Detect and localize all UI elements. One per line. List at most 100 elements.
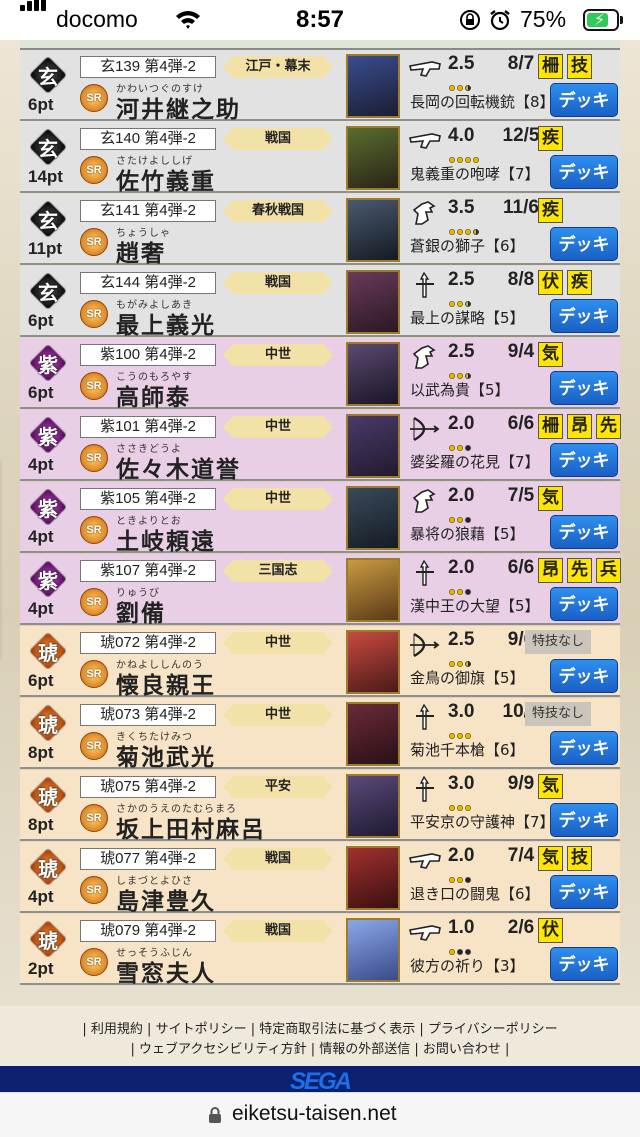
deck-button[interactable]: デッキ: [550, 515, 618, 549]
card-image[interactable]: [346, 846, 400, 910]
card-image[interactable]: [346, 558, 400, 622]
faction-seal-icon: 琥: [29, 632, 67, 670]
footer-links-line2[interactable]: | ウェブアクセシビリティ方針 | 情報の外部送信 | お問い合わせ |: [0, 1038, 640, 1057]
deck-button[interactable]: デッキ: [550, 227, 618, 261]
tactic-label: 長岡の回転機銃【8】: [410, 93, 555, 111]
faction-char: 紫: [38, 569, 58, 593]
faction-seal-icon: 琥: [29, 920, 67, 958]
deck-button[interactable]: デッキ: [550, 947, 618, 981]
card-row[interactable]: 琥 2pt 琥079 第4弾-2 戦国 SR せっそうふじん 雪窓夫人 1.0 2/6 伏彼方の祈…: [20, 914, 620, 988]
faction-char: 紫: [38, 425, 58, 449]
card-row[interactable]: 紫 6pt 紫100 第4弾-2 中世 SR こうのもろやす 高師泰 2.5 9/4 気以武為貴【…: [20, 338, 620, 412]
tactic-label: 菊池千本槍【6】: [410, 741, 525, 759]
card-image[interactable]: [346, 774, 400, 838]
card-row[interactable]: 琥 4pt 琥077 第4弾-2 戦国 SR しまづとよひさ 島津豊久 2.0 7/4 気技退き口…: [20, 842, 620, 916]
card-code: 玄144 第4弾-2: [80, 272, 216, 294]
deck-button[interactable]: デッキ: [550, 803, 618, 837]
deck-button[interactable]: デッキ: [550, 659, 618, 693]
era-label: 中世: [223, 704, 333, 726]
faction-seal-icon: 紫: [29, 488, 67, 526]
gun-icon: [408, 848, 442, 874]
deck-button[interactable]: デッキ: [550, 83, 618, 117]
general-name[interactable]: 劉備: [116, 594, 166, 628]
tactic-label: 以武為貴【5】: [410, 381, 510, 399]
battery-percent: 75%: [520, 6, 567, 32]
gun-icon: [408, 128, 442, 154]
general-name[interactable]: 河井継之助: [116, 90, 241, 124]
card-image[interactable]: [346, 126, 400, 190]
general-name[interactable]: 雪窓夫人: [116, 954, 216, 988]
faction-seal-icon: 紫: [29, 344, 67, 382]
card-row[interactable]: 玄 6pt 玄144 第4弾-2 戦国 SR もがみよしあき 最上義光 2.5 8/8 伏疾最上の…: [20, 266, 620, 340]
general-name[interactable]: 最上義光: [116, 306, 216, 340]
cost-value: 2.5: [448, 629, 475, 650]
era-label: 平安: [223, 776, 333, 798]
gun-icon: [408, 920, 442, 946]
general-name[interactable]: 土岐頼遠: [116, 522, 216, 556]
card-image[interactable]: [346, 918, 400, 982]
browser-address-bar[interactable]: eiketsu-taisen.net: [0, 1092, 640, 1137]
deck-button[interactable]: デッキ: [550, 371, 618, 405]
card-image[interactable]: [346, 414, 400, 478]
skill-badge: 気: [538, 486, 563, 511]
points-label: 14pt: [28, 167, 63, 186]
card-image[interactable]: [346, 486, 400, 550]
card-row[interactable]: 紫 4pt 紫101 第4弾-2 中世 SR ささきどうよ 佐々木道誉 2.0 6/6 柵昂先婆娑…: [20, 410, 621, 484]
tactic-label: 退き口の闘鬼【6】: [410, 885, 540, 903]
card-row[interactable]: 琥 8pt 琥073 第4弾-2 中世 SR きくちたけみつ 菊池武光 3.0 10/6 特技なし…: [20, 698, 620, 772]
card-row[interactable]: 琥 6pt 琥072 第4弾-2 中世 SR かねよししんのう 懐良親王 2.5 9/6 特技なし…: [20, 626, 620, 700]
deck-button[interactable]: デッキ: [550, 875, 618, 909]
card-image[interactable]: [346, 342, 400, 406]
general-name[interactable]: 島津豊久: [116, 882, 216, 916]
faction-seal-icon: 琥: [29, 704, 67, 742]
spear-icon: [408, 775, 442, 802]
card-row[interactable]: 琥 8pt 琥075 第4弾-2 平安 SR さかのうえのたむらまろ 坂上田村麻呂 3.0 9/…: [20, 770, 620, 844]
card-row[interactable]: 玄 14pt 玄140 第4弾-2 戦国 SR さたけよししげ 佐竹義重 4.0 12/5 疾鬼義…: [20, 122, 620, 196]
era-label: 春秋戦国: [223, 200, 333, 222]
skill-badge: 疾: [567, 270, 592, 295]
card-image[interactable]: [346, 702, 400, 766]
points-label: 6pt: [28, 311, 54, 330]
deck-button[interactable]: デッキ: [550, 443, 618, 477]
general-name[interactable]: 高師泰: [116, 378, 191, 412]
deck-button[interactable]: デッキ: [550, 155, 618, 189]
card-code: 紫107 第4弾-2: [80, 560, 216, 582]
deck-button[interactable]: デッキ: [550, 731, 618, 765]
skill-badge: 兵: [596, 558, 621, 583]
skill-badge: 技: [567, 54, 592, 79]
card-image[interactable]: [346, 630, 400, 694]
points-label: 11pt: [28, 239, 63, 258]
spear-icon: [408, 559, 442, 586]
card-image[interactable]: [346, 198, 400, 262]
sega-logo[interactable]: SEGA: [270, 1070, 370, 1093]
general-name[interactable]: 佐竹義重: [116, 162, 216, 196]
card-code: 紫105 第4弾-2: [80, 488, 216, 510]
rarity-badge: SR: [80, 300, 108, 328]
card-row[interactable]: 玄 11pt 玄141 第4弾-2 春秋戦国 SR ちょうしゃ 趙奢 3.5 11/6 疾蒼銀の獅…: [20, 194, 620, 268]
points-label: 2pt: [28, 959, 54, 978]
tactic-label: 婆娑羅の花見【7】: [410, 453, 540, 471]
card-image[interactable]: [346, 54, 400, 118]
card-row[interactable]: 紫 4pt 紫105 第4弾-2 中世 SR ときよりとお 土岐頼遠 2.0 7/5 気暴将の狼藉…: [20, 482, 620, 556]
url-text[interactable]: eiketsu-taisen.net: [232, 1102, 397, 1126]
deck-button[interactable]: デッキ: [550, 299, 618, 333]
points-label: 6pt: [28, 95, 54, 114]
rarity-badge: SR: [80, 156, 108, 184]
general-name[interactable]: 佐々木道誉: [116, 450, 241, 484]
card-image[interactable]: [346, 270, 400, 334]
horse-icon: [408, 200, 442, 226]
footer-links-line1[interactable]: | 利用規約 | サイトポリシー | 特定商取引法に基づく表示 | プライバシー…: [0, 1018, 640, 1037]
general-name[interactable]: 坂上田村麻呂: [116, 810, 266, 844]
rotation-lock-icon: [460, 10, 480, 30]
era-label: 中世: [223, 488, 333, 510]
card-row[interactable]: 玄 6pt 玄139 第4弾-2 江戸・幕末 SR かわいつぐのすけ 河井継之助 2.5 8/7…: [20, 50, 620, 124]
era-label: 戦国: [223, 848, 333, 870]
general-name[interactable]: 菊池武光: [116, 738, 216, 772]
faction-seal-icon: 琥: [29, 848, 67, 886]
general-name[interactable]: 趙奢: [116, 234, 166, 268]
deck-button[interactable]: デッキ: [550, 587, 618, 621]
faction-seal-icon: 玄: [29, 56, 67, 94]
cost-value: 3.0: [448, 773, 475, 794]
general-name[interactable]: 懐良親王: [116, 666, 216, 700]
card-row[interactable]: 紫 4pt 紫107 第4弾-2 三国志 SR りゅうび 劉備 2.0 6/6 昂先兵漢中王の大望…: [20, 554, 621, 628]
